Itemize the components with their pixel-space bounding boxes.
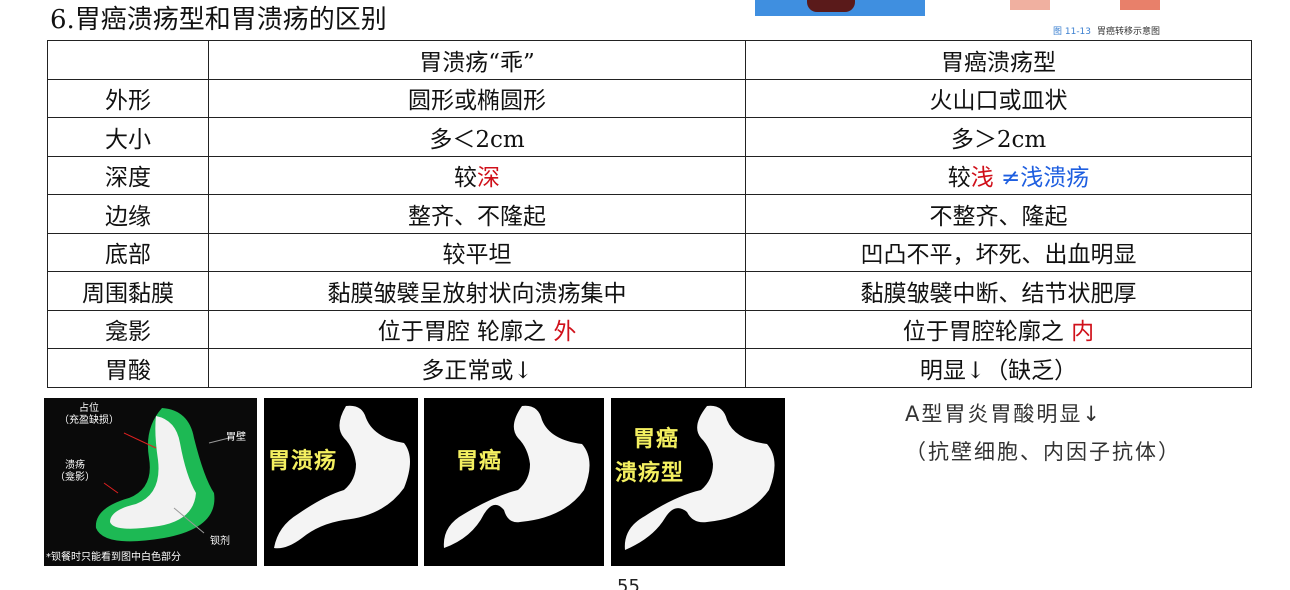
barium-diagram: 占位 （充盈缺损） 溃疡 （龛影） 胃壁 钡剂 *钡餐时只能看到图中白色部分: [44, 398, 257, 566]
filling-defect-label: 占位 （充盈缺损）: [59, 403, 119, 426]
ulcer-niche-label: 溃疡 （龛影）: [55, 460, 95, 483]
ulcerative-cancer-xray-panel: 胃癌 溃疡型: [611, 398, 785, 566]
table-header-cancer: 胃癌溃疡型: [745, 40, 1252, 80]
note-line-1: A型胃炎胃酸明显↓: [905, 402, 1102, 426]
comparison-table: 胃溃疡“乖” 胃癌溃疡型 外形 圆形或椭圆形 火山口或皿状 大小 多＜2cm 多…: [47, 40, 1252, 388]
table-row: 胃酸 多正常或↓ 明显↓（缺乏）: [47, 348, 1252, 388]
ulcer-cell: 多正常或↓: [208, 348, 746, 388]
section-heading: 6.胃癌溃疡型和胃溃疡的区别: [50, 5, 387, 35]
ulcer-cell: 位于胃腔 轮廓之 外: [208, 309, 746, 349]
cancer-cell: 位于胃腔轮廓之 内: [745, 309, 1252, 349]
table-header-ulcer: 胃溃疡“乖”: [208, 40, 746, 80]
cancer-panel-label: 胃癌: [456, 449, 503, 474]
cancer-stomach-silhouette: [443, 405, 590, 548]
cancer-xray-panel: 胃癌: [424, 398, 604, 566]
table-row: 大小 多＜2cm 多＞2cm: [47, 117, 1252, 157]
stomach-wall-label: 胃壁: [226, 432, 246, 443]
cancer-cell: 火山口或皿状: [745, 78, 1252, 118]
ulcerative-cancer-label-line2: 溃疡型: [615, 461, 685, 486]
row-label: 周围黏膜: [47, 271, 209, 311]
cancer-depth-note: ≠浅溃疡: [1001, 165, 1090, 192]
figure-number: 图 11-13: [1053, 27, 1092, 37]
top-figure-left: [755, 0, 925, 16]
table-row: 周围黏膜 黏膜皱襞呈放射状向溃疡集中 黏膜皱襞中断、结节状肥厚: [47, 271, 1252, 311]
diagram-footnote: *钡餐时只能看到图中白色部分: [46, 552, 181, 563]
row-label: 大小: [47, 117, 209, 157]
cancer-cell: 黏膜皱襞中断、结节状肥厚: [745, 271, 1252, 311]
barium-label: 钡剂: [210, 536, 230, 547]
cancer-cell: 不整齐、隆起: [745, 194, 1252, 234]
figure-caption-text: 胃癌转移示意图: [1097, 27, 1161, 37]
ulcer-cell: 整齐、不隆起: [208, 194, 746, 234]
table-row: 龛影 位于胃腔 轮廓之 外 位于胃腔轮廓之 内: [47, 309, 1252, 349]
table-row: 深度 较深 较浅 ≠浅溃疡: [47, 155, 1252, 195]
cancer-cell: 明显↓（缺乏）: [745, 348, 1252, 388]
ulcer-cell: 圆形或椭圆形: [208, 78, 746, 118]
ulcer-cell: 黏膜皱襞呈放射状向溃疡集中: [208, 271, 746, 311]
ulcer-xray-panel: 胃溃疡: [264, 398, 418, 566]
cancer-depth-highlight: 浅: [970, 165, 994, 192]
row-label: 外形: [47, 78, 209, 118]
row-label: 胃酸: [47, 348, 209, 388]
ulcer-depth-highlight: 深: [477, 165, 500, 192]
row-label: 深度: [47, 155, 209, 195]
table-header-row: 胃溃疡“乖” 胃癌溃疡型: [47, 40, 1252, 80]
figure-caption: 图 11-13 胃癌转移示意图: [1053, 24, 1160, 37]
table-row: 外形 圆形或椭圆形 火山口或皿状: [47, 78, 1252, 118]
cancer-depth-prefix: 较: [947, 165, 971, 192]
cancer-cell: 多＞2cm: [745, 117, 1252, 157]
ulcer-cell: 较平坦: [208, 232, 746, 272]
row-label: 边缘: [47, 194, 209, 234]
cancer-cell: 凹凸不平，坏死、出血明显: [745, 232, 1252, 272]
ulcer-depth-prefix: 较: [454, 165, 477, 192]
cancer-cell: 较浅 ≠浅溃疡: [745, 155, 1252, 195]
cancer-niche-highlight: 内: [1071, 319, 1095, 346]
table-row: 底部 较平坦 凹凸不平，坏死、出血明显: [47, 232, 1252, 272]
table-header-empty: [47, 40, 209, 80]
table-row: 边缘 整齐、不隆起 不整齐、隆起: [47, 194, 1252, 234]
ulcer-stomach-silhouette: [274, 405, 410, 549]
cancer-niche-prefix: 位于胃腔轮廓之: [902, 319, 1072, 346]
page-number: 55: [617, 576, 640, 590]
ulcer-cell: 较深: [208, 155, 746, 195]
ulcer-panel-label: 胃溃疡: [268, 449, 338, 474]
top-figure-right: [1010, 0, 1170, 12]
ulcer-niche-highlight: 外: [553, 319, 577, 346]
note-line-2: （抗壁细胞、内因子抗体）: [905, 440, 1181, 464]
ulcer-niche-prefix: 位于胃腔 轮廓之: [377, 319, 554, 346]
ulcerative-cancer-label-line1: 胃癌: [633, 427, 680, 452]
ulcer-cell: 多＜2cm: [208, 117, 746, 157]
row-label: 底部: [47, 232, 209, 272]
row-label: 龛影: [47, 309, 209, 349]
